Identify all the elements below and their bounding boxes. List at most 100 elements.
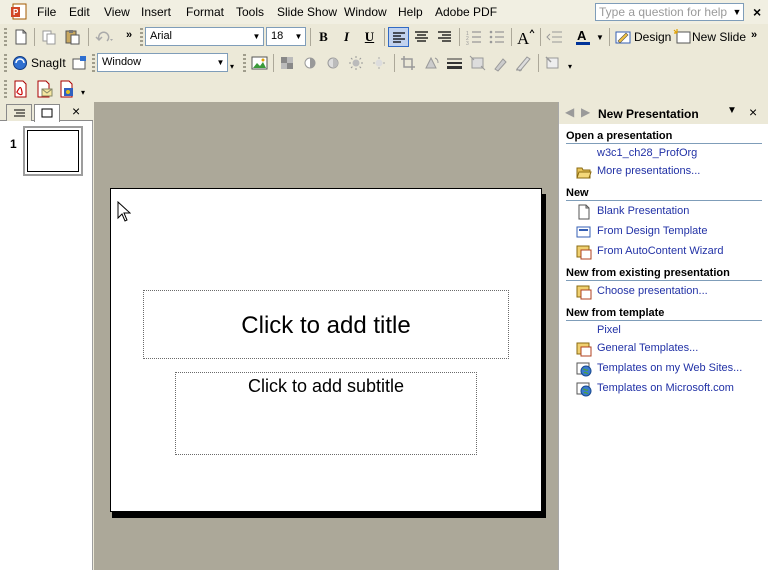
web-sites-globe-icon — [576, 361, 592, 377]
snagit-capture-icon[interactable] — [69, 53, 90, 73]
close-task-pane-button[interactable]: × — [749, 104, 757, 120]
pane-tabs: × — [0, 102, 93, 122]
back-arrow-icon[interactable]: ◀ — [565, 105, 579, 121]
format-picture-icon[interactable] — [513, 53, 534, 73]
convert-to-pdf-icon[interactable] — [10, 79, 31, 99]
close-window-button[interactable]: × — [753, 4, 761, 20]
menu-format[interactable]: Format — [186, 5, 224, 19]
toolbar-grip[interactable] — [92, 54, 95, 72]
choose-presentation-icon — [576, 284, 592, 300]
toolbar-grip[interactable] — [4, 54, 7, 72]
insert-picture-icon[interactable] — [249, 53, 270, 73]
menu-adobe-pdf[interactable]: Adobe PDF — [435, 5, 497, 19]
design-button-label[interactable]: Design — [634, 30, 671, 44]
toolbar-more-chevron[interactable]: » — [126, 29, 132, 41]
slide-canvas[interactable]: Click to add title Click to add subtitle — [110, 188, 542, 512]
recolor-picture-icon[interactable] — [490, 53, 511, 73]
templates-microsoft-link[interactable]: Templates on Microsoft.com — [597, 382, 734, 394]
snagit-mode-combo[interactable]: Window ▼ — [97, 53, 228, 72]
menu-edit[interactable]: Edit — [69, 5, 90, 19]
line-style-icon[interactable] — [444, 53, 465, 73]
toolbar-options-icon[interactable]: ▾ — [230, 62, 234, 71]
italic-button[interactable]: I — [336, 27, 357, 47]
design-icon[interactable] — [613, 27, 634, 47]
compress-pictures-icon[interactable] — [467, 53, 488, 73]
slide-thumbnail[interactable] — [23, 126, 83, 176]
decrease-indent-icon[interactable] — [544, 27, 565, 47]
menu-tools[interactable]: Tools — [236, 5, 264, 19]
crop-icon[interactable] — [398, 53, 419, 73]
from-design-template-link[interactable]: From Design Template — [597, 225, 707, 237]
close-pane-button[interactable]: × — [72, 103, 80, 119]
title-placeholder[interactable]: Click to add title — [143, 290, 509, 359]
numbering-icon[interactable]: 123 — [463, 27, 484, 47]
tab-slides[interactable] — [34, 104, 60, 122]
blank-presentation-link[interactable]: Blank Presentation — [597, 205, 689, 217]
task-pane-menu-dropdown-icon[interactable]: ▼ — [727, 105, 737, 116]
underline-button[interactable]: U — [359, 27, 380, 47]
align-center-icon[interactable] — [411, 27, 432, 47]
new-slide-button-label[interactable]: New Slide — [692, 30, 746, 44]
toolbar-separator — [538, 54, 539, 72]
font-size-combo[interactable]: 18 ▼ — [266, 27, 306, 46]
toolbar-options-icon[interactable]: ▾ — [81, 88, 85, 97]
snagit-icon[interactable] — [10, 53, 31, 73]
recent-file-link[interactable]: w3c1_ch28_ProfOrg — [597, 147, 697, 159]
toolbar-grip[interactable] — [243, 54, 246, 72]
align-right-icon[interactable] — [434, 27, 455, 47]
choose-presentation-link[interactable]: Choose presentation... — [597, 285, 708, 297]
menu-view[interactable]: View — [104, 5, 130, 19]
menu-slide-show[interactable]: Slide Show — [277, 5, 337, 19]
forward-arrow-icon[interactable]: ▶ — [581, 105, 595, 121]
toolbar-separator — [511, 28, 512, 46]
font-name-combo[interactable]: Arial ▼ — [145, 27, 264, 46]
color-icon[interactable] — [277, 53, 298, 73]
more-contrast-icon[interactable] — [300, 53, 321, 73]
copy-icon[interactable] — [39, 27, 60, 47]
less-brightness-icon[interactable] — [369, 53, 390, 73]
set-transparent-color-icon[interactable] — [542, 53, 563, 73]
templates-web-sites-link[interactable]: Templates on my Web Sites... — [597, 362, 742, 374]
from-autocontent-wizard-link[interactable]: From AutoContent Wizard — [597, 245, 724, 257]
chevron-down-icon[interactable]: ▼ — [250, 28, 263, 45]
menu-file[interactable]: File — [37, 5, 56, 19]
powerpoint-app-icon[interactable]: P — [11, 3, 29, 20]
snagit-drawing-toolbar: SnagIt Window ▼ ▾ ▾ — [0, 50, 768, 76]
toolbar-more-chevron[interactable]: » — [751, 29, 757, 41]
more-brightness-icon[interactable] — [346, 53, 367, 73]
general-templates-link[interactable]: General Templates... — [597, 342, 698, 354]
subtitle-placeholder[interactable]: Click to add subtitle — [175, 372, 477, 455]
toolbar-separator — [394, 54, 395, 72]
menu-help[interactable]: Help — [398, 5, 423, 19]
convert-and-email-pdf-icon[interactable] — [33, 79, 54, 99]
toolbar-grip[interactable] — [4, 80, 7, 98]
convert-and-review-pdf-icon[interactable] — [56, 79, 77, 99]
help-search-input[interactable]: Type a question for help — [595, 3, 744, 21]
paste-icon[interactable] — [62, 27, 83, 47]
toolbar-separator — [609, 28, 610, 46]
increase-font-size-icon[interactable]: A — [515, 27, 536, 47]
toolbar-separator — [459, 28, 460, 46]
more-presentations-link[interactable]: More presentations... — [597, 165, 700, 177]
new-document-icon[interactable] — [10, 27, 31, 47]
menu-insert[interactable]: Insert — [141, 5, 171, 19]
toolbar-options-icon[interactable]: ▾ — [568, 62, 572, 71]
font-color-dropdown-icon[interactable]: ▼ — [596, 33, 604, 42]
pixel-template-link[interactable]: Pixel — [597, 324, 621, 336]
rotate-left-icon[interactable] — [421, 53, 442, 73]
bullets-icon[interactable] — [486, 27, 507, 47]
menu-window[interactable]: Window — [344, 5, 387, 19]
align-left-icon[interactable] — [388, 27, 409, 47]
chevron-down-icon[interactable]: ▼ — [292, 28, 305, 45]
bold-button[interactable]: B — [313, 27, 334, 47]
toolbar-grip[interactable] — [4, 28, 7, 46]
font-color-icon[interactable]: A — [573, 27, 594, 47]
snagit-button-label[interactable]: SnagIt — [31, 56, 66, 70]
help-dropdown-icon[interactable]: ▼ — [731, 5, 743, 19]
toolbar-grip[interactable] — [140, 28, 143, 46]
chevron-down-icon[interactable]: ▼ — [214, 54, 227, 71]
less-contrast-icon[interactable] — [323, 53, 344, 73]
tab-outline[interactable] — [6, 104, 32, 121]
new-slide-icon[interactable] — [672, 27, 693, 47]
undo-icon[interactable] — [93, 27, 114, 47]
